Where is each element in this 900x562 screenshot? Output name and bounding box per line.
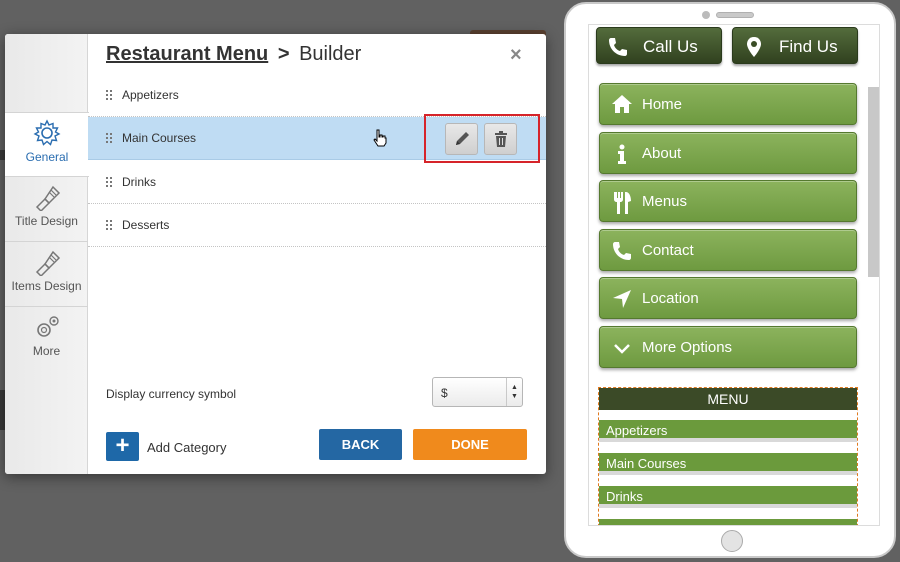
category-row[interactable]: Desserts: [88, 204, 546, 247]
close-button[interactable]: ×: [510, 44, 522, 67]
drag-handle-icon[interactable]: [106, 177, 112, 187]
nav-label: Home: [642, 96, 683, 113]
phone-icon: [613, 242, 631, 260]
add-category-label[interactable]: Add Category: [147, 440, 227, 455]
menu-item[interactable]: Main Courses: [599, 453, 857, 475]
add-category-button[interactable]: +: [106, 432, 139, 461]
drag-handle-icon[interactable]: [106, 133, 112, 143]
builder-dialog: General Title Design Items Design More R…: [5, 34, 546, 474]
select-arrows-icon: ▲ ▼: [506, 378, 522, 406]
info-icon: [618, 144, 626, 164]
menu-item[interactable]: Drinks: [599, 486, 857, 508]
nav-location[interactable]: Location: [599, 277, 857, 319]
phone-icon: [609, 38, 627, 56]
category-row[interactable]: Appetizers: [88, 74, 546, 117]
preview-screen: Call Us Find Us Home About Menus Contact…: [588, 24, 880, 526]
camera-icon: [702, 11, 710, 19]
title-separator: >: [277, 43, 290, 65]
home-icon: [612, 95, 632, 113]
category-label: Main Courses: [122, 131, 197, 145]
nav-home[interactable]: Home: [599, 83, 857, 125]
tab-general[interactable]: General: [5, 112, 89, 177]
nav-menus[interactable]: Menus: [599, 180, 857, 222]
drag-handle-icon[interactable]: [106, 90, 112, 100]
drag-handle-icon[interactable]: [106, 220, 112, 230]
gear-icon: [33, 119, 61, 146]
nav-contact[interactable]: Contact: [599, 229, 857, 271]
tablet-preview: Call Us Find Us Home About Menus Contact…: [564, 2, 896, 558]
done-button[interactable]: DONE: [413, 429, 527, 460]
category-label: Drinks: [122, 175, 157, 189]
nav-label: Menus: [642, 193, 688, 210]
nav-label: Contact: [642, 242, 694, 259]
tab-items-design[interactable]: Items Design: [5, 242, 88, 307]
currency-value: $: [441, 386, 448, 400]
title-builder: Builder: [299, 43, 362, 65]
hand-cursor-icon: [373, 129, 387, 147]
gears-icon: [36, 316, 59, 337]
category-label: Desserts: [122, 218, 170, 232]
nav-label: About: [642, 145, 682, 162]
currency-label: Display currency symbol: [106, 387, 237, 401]
tab-label: Title Design: [15, 214, 78, 228]
fork-knife-icon: [614, 192, 631, 214]
find-us-label: Find Us: [779, 37, 838, 56]
brush-icon: [35, 250, 60, 276]
find-us-button[interactable]: Find Us: [732, 27, 858, 64]
nav-more-options[interactable]: More Options: [599, 326, 857, 368]
category-row[interactable]: Drinks: [88, 161, 546, 204]
menu-item[interactable]: Appetizers: [599, 420, 857, 442]
category-label: Appetizers: [122, 88, 179, 102]
scrollbar[interactable]: [868, 87, 879, 277]
nav-about[interactable]: About: [599, 132, 857, 174]
tab-label: More: [32, 344, 61, 358]
speaker-icon: [716, 12, 754, 18]
tab-more[interactable]: More: [5, 307, 88, 372]
tab-title-design[interactable]: Title Design: [5, 177, 88, 242]
currency-select[interactable]: $ ▲ ▼: [432, 377, 523, 407]
call-us-button[interactable]: Call Us: [596, 27, 722, 64]
menu-title: MENU: [599, 388, 857, 410]
nav-label: More Options: [642, 339, 733, 356]
highlight-box: [424, 114, 540, 163]
nav-label: Location: [642, 290, 699, 307]
sidebar: General Title Design Items Design More: [5, 34, 89, 474]
chevron-down-icon: [614, 344, 630, 354]
map-pin-icon: [747, 37, 761, 57]
back-button[interactable]: BACK: [319, 429, 402, 460]
tab-label: General: [25, 150, 69, 164]
brush-icon: [35, 185, 60, 211]
call-us-label: Call Us: [643, 37, 698, 56]
dialog-title: Restaurant Menu > Builder: [106, 43, 361, 66]
tab-label: Items Design: [11, 279, 82, 293]
restaurant-menu-link[interactable]: Restaurant Menu: [106, 43, 268, 65]
location-arrow-icon: [613, 290, 631, 308]
menu-item[interactable]: [599, 519, 857, 525]
menu-preview-block[interactable]: MENU Appetizers Main Courses Drinks: [598, 387, 858, 525]
home-button-icon: [721, 530, 743, 552]
